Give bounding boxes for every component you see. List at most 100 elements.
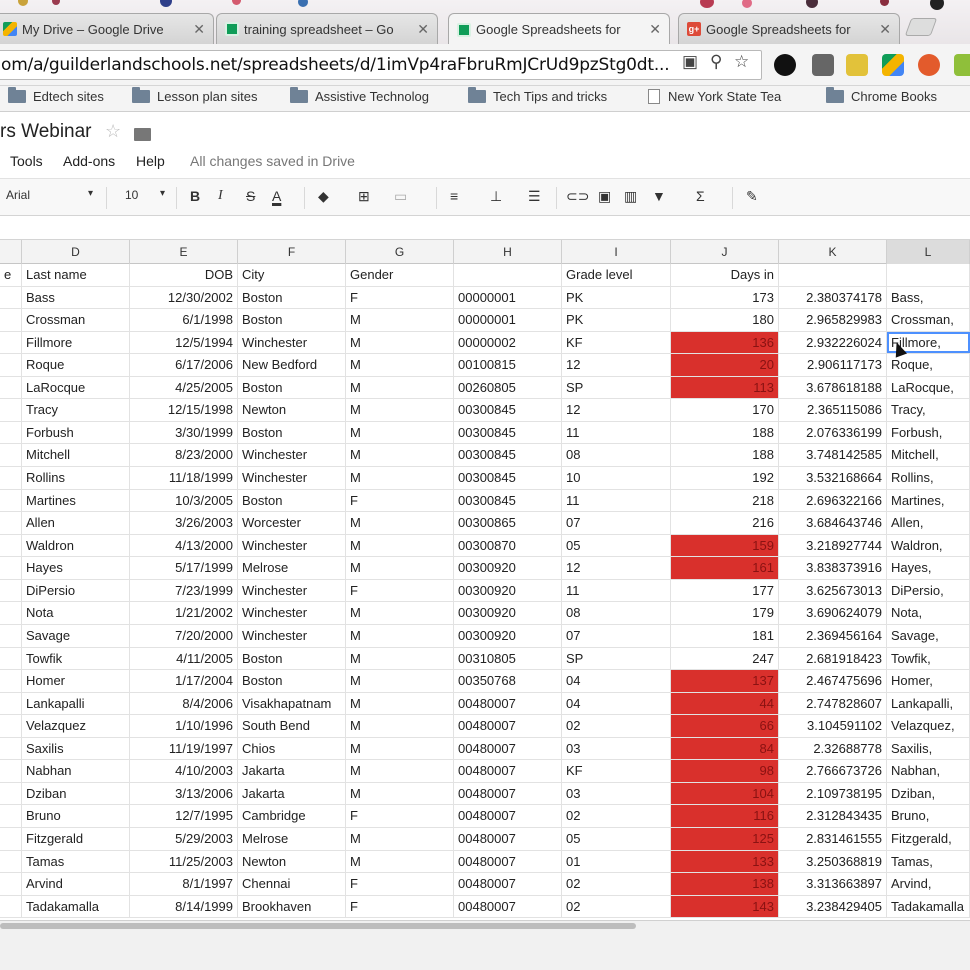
- table-cell[interactable]: M: [346, 535, 454, 557]
- tab-google-spreadsheets-active[interactable]: Google Spreadsheets for ✕: [448, 13, 670, 44]
- table-cell[interactable]: 00480007: [454, 828, 562, 850]
- table-cell[interactable]: [0, 490, 22, 512]
- table-cell[interactable]: [0, 851, 22, 873]
- table-cell[interactable]: Saxilis,: [887, 738, 970, 760]
- table-cell[interactable]: M: [346, 625, 454, 647]
- table-cell[interactable]: F: [346, 873, 454, 895]
- table-cell[interactable]: 20: [671, 354, 779, 376]
- table-cell[interactable]: Savage,: [887, 625, 970, 647]
- table-cell[interactable]: M: [346, 332, 454, 354]
- table-cell[interactable]: 00310805: [454, 648, 562, 670]
- table-cell[interactable]: 3.625673013: [779, 580, 887, 602]
- table-cell[interactable]: Winchester: [238, 602, 346, 624]
- table-cell[interactable]: 1/21/2002: [130, 602, 238, 624]
- table-cell[interactable]: KF: [562, 332, 671, 354]
- table-cell[interactable]: 1/10/1996: [130, 715, 238, 737]
- table-cell[interactable]: 02: [562, 715, 671, 737]
- table-cell[interactable]: 11/25/2003: [130, 851, 238, 873]
- table-cell[interactable]: 2.766673726: [779, 760, 887, 782]
- table-cell[interactable]: M: [346, 693, 454, 715]
- table-cell[interactable]: [0, 557, 22, 579]
- table-cell[interactable]: 5/29/2003: [130, 828, 238, 850]
- table-cell[interactable]: F: [346, 580, 454, 602]
- table-cell[interactable]: 3.838373916: [779, 557, 887, 579]
- table-cell[interactable]: M: [346, 399, 454, 421]
- table-cell[interactable]: 3.748142585: [779, 444, 887, 466]
- table-cell[interactable]: 00350768: [454, 670, 562, 692]
- table-cell[interactable]: DiPersio,: [887, 580, 970, 602]
- table-cell[interactable]: [0, 444, 22, 466]
- menu-add-ons[interactable]: Add-ons: [63, 153, 115, 169]
- table-cell[interactable]: [0, 738, 22, 760]
- table-cell[interactable]: M: [346, 377, 454, 399]
- new-tab-button[interactable]: [905, 18, 938, 36]
- table-cell[interactable]: 216: [671, 512, 779, 534]
- table-cell[interactable]: 3.532168664: [779, 467, 887, 489]
- header-cell[interactable]: DOB: [130, 264, 238, 286]
- header-cell[interactable]: Gender: [346, 264, 454, 286]
- bookmark-star-icon[interactable]: ☆: [734, 52, 749, 72]
- table-cell[interactable]: 143: [671, 896, 779, 918]
- table-cell[interactable]: Towfik,: [887, 648, 970, 670]
- table-cell[interactable]: LaRocque,: [887, 377, 970, 399]
- table-cell[interactable]: [0, 287, 22, 309]
- table-cell[interactable]: 11: [562, 580, 671, 602]
- table-cell[interactable]: 00300920: [454, 580, 562, 602]
- table-cell[interactable]: 3.678618188: [779, 377, 887, 399]
- table-cell[interactable]: 2.312843435: [779, 805, 887, 827]
- table-cell[interactable]: 6/1/1998: [130, 309, 238, 331]
- table-cell[interactable]: Tracy,: [887, 399, 970, 421]
- table-cell[interactable]: 08: [562, 444, 671, 466]
- table-cell[interactable]: 2.681918423: [779, 648, 887, 670]
- filter-icon[interactable]: ▼: [652, 188, 666, 204]
- table-cell[interactable]: Boston: [238, 490, 346, 512]
- table-cell[interactable]: 00300865: [454, 512, 562, 534]
- table-cell[interactable]: 4/10/2003: [130, 760, 238, 782]
- table-cell[interactable]: [0, 602, 22, 624]
- extension-icon[interactable]: [954, 54, 970, 76]
- align-left-icon[interactable]: ≡: [450, 188, 458, 204]
- table-cell[interactable]: M: [346, 783, 454, 805]
- menu-tools[interactable]: Tools: [10, 153, 43, 169]
- table-cell[interactable]: 3.104591102: [779, 715, 887, 737]
- table-cell[interactable]: 2.747828607: [779, 693, 887, 715]
- table-cell[interactable]: 138: [671, 873, 779, 895]
- table-cell[interactable]: 12/30/2002: [130, 287, 238, 309]
- table-cell[interactable]: Winchester: [238, 444, 346, 466]
- table-cell[interactable]: Bass: [22, 287, 130, 309]
- table-cell[interactable]: M: [346, 309, 454, 331]
- bold-button[interactable]: B: [190, 188, 200, 204]
- tab-google-spreadsheets-plus[interactable]: g+ Google Spreadsheets for ✕: [678, 13, 900, 44]
- table-cell[interactable]: PK: [562, 287, 671, 309]
- header-cell[interactable]: Grade level: [562, 264, 671, 286]
- table-cell[interactable]: Nabhan: [22, 760, 130, 782]
- table-cell[interactable]: 2.696322166: [779, 490, 887, 512]
- table-cell[interactable]: Tracy: [22, 399, 130, 421]
- table-cell[interactable]: 00480007: [454, 693, 562, 715]
- table-cell[interactable]: 00260805: [454, 377, 562, 399]
- table-cell[interactable]: 2.906117173: [779, 354, 887, 376]
- table-cell[interactable]: 2.467475696: [779, 670, 887, 692]
- table-cell[interactable]: 07: [562, 512, 671, 534]
- table-cell[interactable]: 8/4/2006: [130, 693, 238, 715]
- column-header-g[interactable]: G: [346, 240, 454, 264]
- table-cell[interactable]: 1/17/2004: [130, 670, 238, 692]
- table-cell[interactable]: South Bend: [238, 715, 346, 737]
- table-cell[interactable]: 03: [562, 738, 671, 760]
- table-cell[interactable]: Velazquez: [22, 715, 130, 737]
- table-cell[interactable]: Hayes,: [887, 557, 970, 579]
- table-cell[interactable]: Nota,: [887, 602, 970, 624]
- text-color-button[interactable]: A: [272, 188, 281, 204]
- menu-help[interactable]: Help: [136, 153, 165, 169]
- header-cell[interactable]: [779, 264, 887, 286]
- table-cell[interactable]: M: [346, 467, 454, 489]
- table-cell[interactable]: 8/23/2000: [130, 444, 238, 466]
- table-cell[interactable]: M: [346, 670, 454, 692]
- table-cell[interactable]: 00000002: [454, 332, 562, 354]
- table-cell[interactable]: Roque,: [887, 354, 970, 376]
- table-cell[interactable]: [0, 399, 22, 421]
- table-cell[interactable]: Winchester: [238, 580, 346, 602]
- borders-icon[interactable]: ⊞: [358, 188, 370, 205]
- table-cell[interactable]: Hayes: [22, 557, 130, 579]
- horizontal-scrollbar[interactable]: [0, 920, 970, 930]
